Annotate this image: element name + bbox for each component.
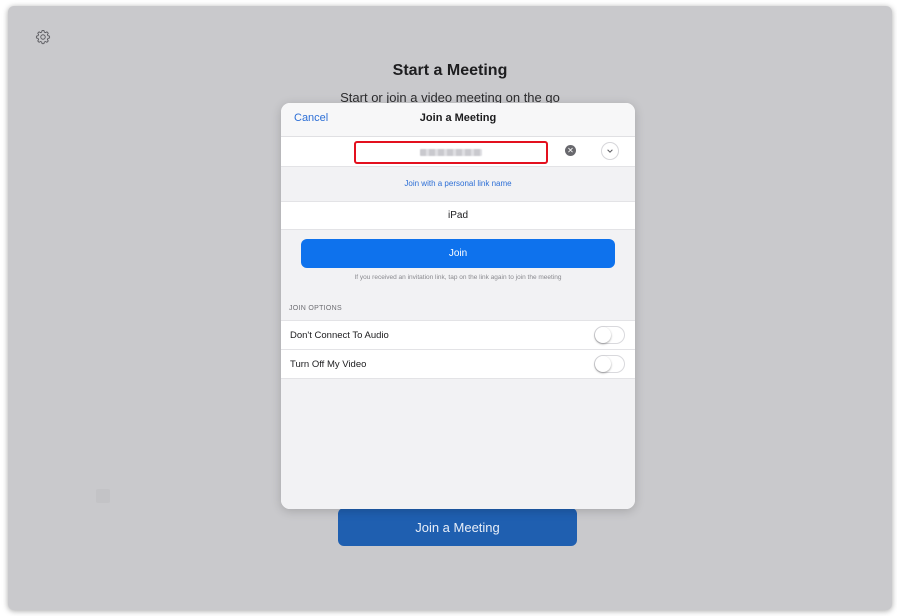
personal-link-button[interactable]: Join with a personal link name	[281, 179, 635, 188]
join-button[interactable]: Join	[301, 239, 615, 268]
toggle-dont-connect-audio[interactable]	[594, 326, 625, 344]
personal-link-area: Join with a personal link name	[281, 167, 635, 202]
option-label-video: Turn Off My Video	[290, 359, 367, 370]
join-options-header: JOIN OPTIONS	[289, 305, 342, 312]
obscured-meeting-id	[420, 149, 482, 156]
cancel-button[interactable]: Cancel	[294, 112, 328, 124]
option-label-audio: Don't Connect To Audio	[290, 330, 389, 341]
option-row-video: Turn Off My Video	[281, 350, 635, 379]
chevron-down-icon[interactable]	[601, 142, 619, 160]
clear-icon[interactable]: ✕	[565, 145, 576, 156]
meeting-id-input[interactable]	[354, 141, 548, 164]
dialog-title: Join a Meeting	[419, 112, 497, 124]
toggle-knob	[595, 356, 611, 372]
toggle-turn-off-video[interactable]	[594, 355, 625, 373]
app-screen: Start a Meeting Start or join a video me…	[8, 6, 892, 610]
meeting-id-row: ✕	[281, 137, 635, 167]
gear-icon[interactable]	[34, 28, 52, 46]
display-name-field[interactable]: iPad	[281, 202, 635, 230]
join-meeting-button[interactable]: Join a Meeting	[338, 508, 577, 546]
option-row-audio: Don't Connect To Audio	[281, 321, 635, 350]
page-title: Start a Meeting	[392, 62, 508, 79]
dialog-empty-area	[281, 379, 635, 509]
dialog-header: Cancel Join a Meeting	[281, 103, 635, 137]
join-hint-text: If you received an invitation link, tap …	[354, 274, 562, 281]
toggle-knob	[595, 327, 611, 343]
join-area: Join If you received an invitation link,…	[281, 230, 635, 321]
faint-background-element	[96, 489, 110, 503]
join-meeting-dialog: Cancel Join a Meeting ✕ Join with a pers…	[281, 103, 635, 509]
